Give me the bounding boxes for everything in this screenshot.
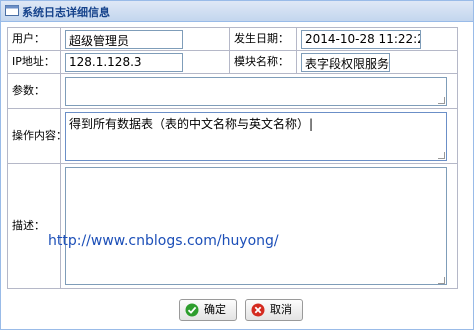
ip-label-cell: IP地址： [7,50,61,74]
date-value-cell: 2014-10-28 11:22:20 [296,27,458,51]
cancel-button[interactable]: 取消 [245,299,303,321]
title-bar[interactable]: 系统日志详细信息 [1,1,473,22]
resize-grip-icon[interactable] [438,152,445,159]
check-icon [185,303,199,317]
operation-value-cell: 得到所有数据表（表的中文名称与英文名称）| [60,108,458,164]
module-label-cell: 模块名称： [229,50,297,74]
ip-value-cell: 128.1.128.3 [60,50,230,74]
user-label-cell: 用户： [7,27,61,51]
user-value-cell: 超级管理员 [60,27,230,51]
date-label: 发生日期： [230,28,296,50]
desc-label-cell: 描述： [7,163,61,289]
resize-grip-icon[interactable] [438,277,445,284]
params-label: 参数： [8,74,60,108]
desc-value-cell [60,163,458,289]
ip-input[interactable]: 128.1.128.3 [65,53,183,72]
operation-label: 操作内容： [8,109,67,163]
params-textarea[interactable] [65,77,447,106]
user-input[interactable]: 超级管理员 [65,30,183,49]
ok-label: 确定 [204,303,226,316]
operation-label-cell: 操作内容： [7,108,67,164]
operation-textarea[interactable]: 得到所有数据表（表的中文名称与英文名称）| [65,112,447,161]
module-input[interactable]: 表字段权限服务 [301,53,390,72]
user-label: 用户： [8,28,60,50]
date-input[interactable]: 2014-10-28 11:22:20 [301,30,421,49]
dialog-title: 系统日志详细信息 [22,6,110,19]
module-value-cell: 表字段权限服务 [296,50,458,74]
cancel-label: 取消 [270,303,292,316]
date-label-cell: 发生日期： [229,27,297,51]
close-icon [251,303,265,317]
window-icon [5,5,19,16]
module-label: 模块名称： [230,51,296,73]
desc-textarea[interactable] [65,167,447,285]
dialog-window: 系统日志详细信息 用户： 超级管理员 发生日期： 2014-10-28 11:2… [0,0,474,330]
desc-label: 描述： [8,164,60,288]
params-label-cell: 参数： [7,73,61,109]
ip-label: IP地址： [8,51,60,73]
params-value-cell [60,73,458,109]
resize-grip-icon[interactable] [438,97,445,104]
watermark-url: http://www.cnblogs.com/huyong/ [48,233,279,249]
ok-button[interactable]: 确定 [179,299,237,321]
